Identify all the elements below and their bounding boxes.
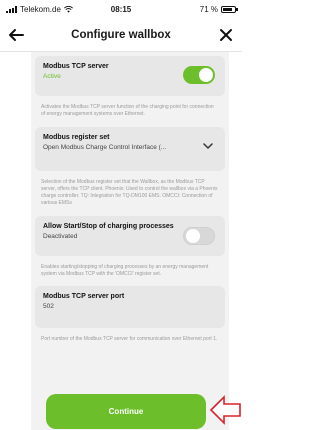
- setting-value: Open Modbus Charge Control Interface (..…: [43, 143, 167, 151]
- arrow-left-icon[interactable]: [6, 25, 26, 45]
- arrow-left-annotation-icon: [209, 395, 241, 425]
- nav-bar: Configure wallbox: [0, 18, 242, 52]
- modbus-tcp-server-toggle[interactable]: [183, 66, 215, 84]
- modbus-register-set-card[interactable]: Modbus register set Open Modbus Charge C…: [35, 126, 225, 171]
- setting-description: Selection of the Modbus register set tha…: [41, 178, 218, 207]
- setting-title: Modbus TCP server port: [43, 293, 125, 300]
- setting-description: Port number of the Modbus TCP server for…: [41, 336, 218, 342]
- allow-start-stop-card[interactable]: Allow Start/Stop of charging processes D…: [35, 215, 225, 256]
- page-title: Configure wallbox: [71, 28, 171, 41]
- modbus-tcp-port-card[interactable]: Modbus TCP server port 502: [35, 286, 225, 328]
- status-bar: Telekom.de 08:15 71 %: [0, 0, 242, 18]
- chevron-down-icon[interactable]: [203, 142, 213, 150]
- modbus-tcp-server-card[interactable]: Modbus TCP server Active: [35, 56, 225, 96]
- setting-value: 502: [43, 303, 54, 310]
- close-icon[interactable]: [216, 25, 236, 45]
- setting-title: Modbus register set: [43, 133, 110, 141]
- setting-description: Enables starting/stopping of charging pr…: [41, 263, 209, 277]
- allow-start-stop-toggle[interactable]: [183, 226, 215, 245]
- continue-button[interactable]: Continue: [46, 394, 206, 429]
- battery-icon: [221, 5, 238, 13]
- settings-panel: Modbus TCP server Active Activates the M…: [31, 52, 229, 430]
- battery-label: 71 %: [199, 4, 218, 14]
- status-right: 71 %: [199, 4, 238, 14]
- setting-description: Activates the Modbus TCP server function…: [41, 104, 214, 118]
